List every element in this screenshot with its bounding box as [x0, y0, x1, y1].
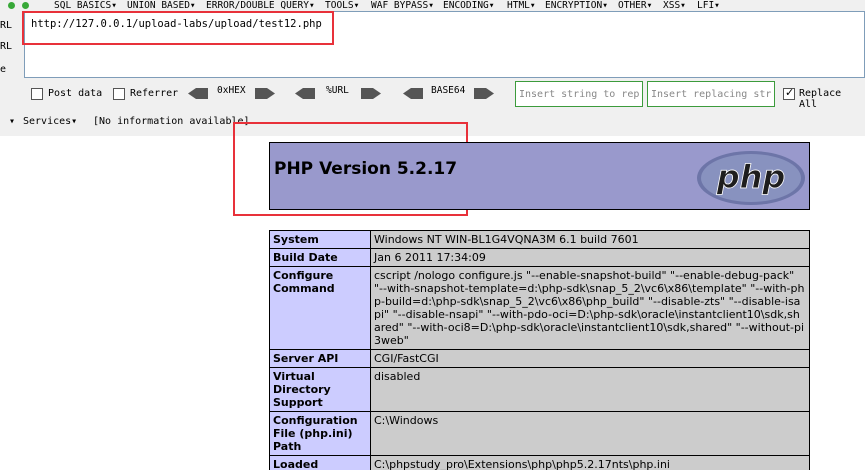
url-textarea[interactable]: http://127.0.0.1/upload-labs/upload/test…	[24, 11, 865, 78]
hackbar-options-row: Post data Referrer 0xHEX %URL BASE64 Rep…	[0, 80, 865, 110]
url-encode-label: %URL	[326, 85, 349, 96]
hex-decode-arrow-icon[interactable]	[188, 88, 208, 99]
info-value: cscript /nologo configure.js "--enable-s…	[370, 266, 810, 350]
table-row: Configuration File (php.ini) Path C:\Win…	[269, 411, 810, 456]
menu-union-based[interactable]: UNION BASED▾	[127, 0, 196, 11]
hex-label: 0xHEX	[217, 85, 246, 96]
info-key: Configure Command	[269, 266, 371, 350]
menu-lfi[interactable]: LFI▾	[697, 0, 720, 11]
post-data-label: Post data	[48, 88, 103, 99]
table-row: Server API CGI/FastCGI	[269, 349, 810, 368]
info-value: Jan 6 2011 17:34:09	[370, 248, 810, 267]
info-value: CGI/FastCGI	[370, 349, 810, 368]
info-value: C:\phpstudy_pro\Extensions\php\php5.2.17…	[370, 455, 810, 470]
info-key: Server API	[269, 349, 371, 368]
base64-label: BASE64	[431, 85, 466, 96]
base64-encode-arrow-icon[interactable]	[474, 88, 494, 99]
menu-sql-basics[interactable]: SQL BASICS▾	[54, 0, 117, 11]
menu-waf-bypass[interactable]: WAF BYPASS▾	[371, 0, 434, 11]
hackbar-status-row: ▾ Services▾ [No information available]	[0, 112, 865, 132]
menu-other[interactable]: OTHER▾	[618, 0, 652, 11]
menu-xss[interactable]: XSS▾	[663, 0, 686, 11]
info-key: Configuration File (php.ini) Path	[269, 411, 371, 456]
info-value: disabled	[370, 367, 810, 412]
table-row: Loaded C:\phpstudy_pro\Extensions\php\ph…	[269, 455, 810, 470]
info-key: Build Date	[269, 248, 371, 267]
side-label-split-url[interactable]: RL	[0, 41, 12, 52]
post-data-checkbox[interactable]	[31, 88, 43, 100]
table-row: System Windows NT WIN-BL1G4VQNA3M 6.1 bu…	[269, 230, 810, 249]
referrer-checkbox[interactable]	[113, 88, 125, 100]
table-row: Virtual Directory Support disabled	[269, 367, 810, 412]
menu-html[interactable]: HTML▾	[507, 0, 536, 11]
php-version-header: PHP Version 5.2.17 php	[269, 142, 810, 210]
url-decode-arrow-icon[interactable]	[295, 88, 315, 99]
green-dot-icon[interactable]	[22, 2, 29, 9]
php-info-table: System Windows NT WIN-BL1G4VQNA3M 6.1 bu…	[269, 230, 810, 470]
services-menu[interactable]: Services▾	[23, 116, 77, 127]
php-logo: php	[697, 151, 805, 205]
side-label-execute[interactable]: e	[0, 64, 6, 75]
menu-encoding[interactable]: ENCODING▾	[443, 0, 494, 11]
menu-error-double-query[interactable]: ERROR/DOUBLE QUERY▾	[206, 0, 315, 11]
replace-find-field[interactable]	[515, 81, 643, 107]
side-label-load-url[interactable]: RL	[0, 20, 12, 31]
hackbar-toolbar: SQL BASICS▾ UNION BASED▾ ERROR/DOUBLE QU…	[0, 0, 865, 136]
php-logo-text: php	[716, 158, 786, 196]
url-encode-arrow-icon[interactable]	[361, 88, 381, 99]
replace-all-checkbox[interactable]	[783, 86, 795, 100]
info-value: C:\Windows	[370, 411, 810, 456]
replace-find-input[interactable]	[516, 82, 642, 107]
info-value: Windows NT WIN-BL1G4VQNA3M 6.1 build 760…	[370, 230, 810, 249]
info-key: Loaded	[269, 455, 371, 470]
green-dot-icon[interactable]	[8, 2, 15, 9]
dropdown-arrow-icon[interactable]: ▾	[9, 116, 15, 127]
php-version-title: PHP Version 5.2.17	[274, 159, 458, 179]
info-status-text: [No information available]	[93, 116, 250, 127]
replace-with-input[interactable]	[648, 82, 774, 107]
menu-encryption[interactable]: ENCRYPTION▾	[545, 0, 608, 11]
hex-encode-arrow-icon[interactable]	[255, 88, 275, 99]
url-text[interactable]: http://127.0.0.1/upload-labs/upload/test…	[31, 18, 322, 30]
replace-all-label: Replace All	[799, 88, 842, 110]
table-row: Configure Command cscript /nologo config…	[269, 266, 810, 350]
info-key: System	[269, 230, 371, 249]
referrer-label: Referrer	[130, 88, 179, 99]
base64-decode-arrow-icon[interactable]	[403, 88, 423, 99]
info-key: Virtual Directory Support	[269, 367, 371, 412]
replace-with-field[interactable]	[647, 81, 775, 107]
menu-tools[interactable]: TOOLS▾	[325, 0, 359, 11]
table-row: Build Date Jan 6 2011 17:34:09	[269, 248, 810, 267]
hackbar-menubar: SQL BASICS▾ UNION BASED▾ ERROR/DOUBLE QU…	[0, 0, 865, 11]
